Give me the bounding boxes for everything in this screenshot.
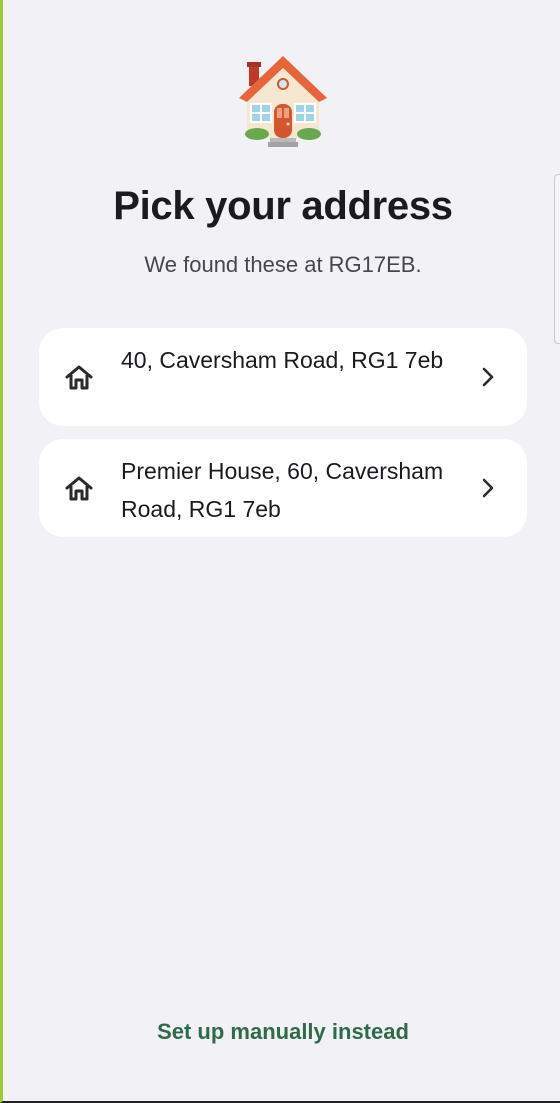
page-title: Pick your address [113,184,453,228]
home-outline-icon [65,365,93,390]
address-picker-screen: Pick your address We found these at RG17… [0,0,560,1103]
address-option[interactable]: 40, Caversham Road, RG1 7eb [39,328,527,426]
setup-manually-link[interactable]: Set up manually instead [3,1019,560,1045]
page-subtitle: We found these at RG17EB. [144,252,422,277]
address-label: 40, Caversham Road, RG1 7eb [121,347,444,373]
home-outline-icon [65,476,93,501]
chevron-right-icon [482,367,494,387]
chevron-right-icon [482,478,494,498]
address-option[interactable]: Premier House, 60, Caversham Road, RG1 7… [39,439,527,537]
address-label: Premier House, 60, Caversham Road, RG1 7… [121,458,444,522]
house-icon [239,56,327,147]
